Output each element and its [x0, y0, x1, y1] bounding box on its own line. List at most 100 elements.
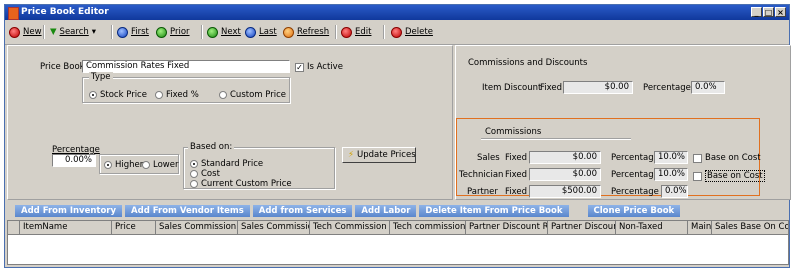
column-header[interactable]: Mainta: [688, 221, 712, 234]
column-header[interactable]: Sales Commission Rate: [156, 221, 238, 234]
partner-percentage-input[interactable]: 0.0%: [661, 185, 688, 198]
partner-fixed-label: Fixed: [505, 187, 528, 197]
column-header[interactable]: Partner Discount Rate: [466, 221, 548, 234]
tab-add-from-inventory[interactable]: Add From Inventory: [15, 205, 123, 217]
last-icon: [245, 26, 256, 38]
based-on-radio-current-custom-price[interactable]: Current Custom Price: [190, 179, 292, 189]
based-on-radio-cost[interactable]: Cost: [190, 169, 220, 179]
technician-percentage-input[interactable]: 10.0%: [654, 168, 688, 181]
based-on-radio-standard-price[interactable]: Standard Price: [190, 159, 263, 169]
radio-icon: [190, 180, 198, 188]
column-header[interactable]: Sales Commission: [238, 221, 310, 234]
column-header[interactable]: ItemName: [20, 221, 112, 234]
sales-percentage-label: Percentage: [611, 153, 659, 163]
radio-icon: [190, 170, 198, 178]
refresh-icon: [283, 26, 294, 38]
search-button[interactable]: ▼ Search ▾: [50, 24, 96, 40]
partner-fixed-input[interactable]: $500.00: [529, 185, 601, 198]
item-discount-fixed-input[interactable]: $0.00: [563, 81, 633, 94]
radio-selected-icon: [190, 160, 198, 168]
grid-header: ItemName Price Sales Commission Rate Sal…: [8, 221, 788, 235]
close-button[interactable]: ×: [775, 7, 786, 17]
toolbar-separator: [383, 25, 385, 39]
column-header[interactable]: Tech Commission Rate: [310, 221, 390, 234]
toolbar-separator: [43, 25, 45, 39]
commissions-discounts-title: Commissions and Discounts: [468, 58, 588, 68]
item-discount-label: Item Discount: [482, 83, 542, 93]
type-group-title: Type: [89, 72, 113, 82]
lightning-icon: ⚡: [348, 150, 354, 160]
first-icon: [117, 26, 128, 38]
sales-label: Sales: [477, 153, 500, 163]
tab-add-from-services[interactable]: Add from Services: [252, 205, 353, 217]
column-header[interactable]: Price: [112, 221, 156, 234]
column-header[interactable]: Sales Base On Cos: [712, 221, 788, 234]
higher-lower-group: Higher Lower: [99, 154, 179, 174]
percentage-input[interactable]: 0.00%: [52, 154, 96, 167]
price-book-input[interactable]: Commission Rates Fixed: [82, 60, 290, 73]
app-icon: [8, 7, 19, 20]
toolbar-separator: [201, 25, 203, 39]
price-book-panel: Price Book Commission Rates Fixed ✓ Is Ac…: [7, 45, 453, 200]
column-header[interactable]: Partner Discount: [548, 221, 616, 234]
tab-add-from-vendor-items[interactable]: Add From Vendor Items: [125, 205, 250, 217]
new-button[interactable]: New: [9, 24, 42, 40]
maximize-button[interactable]: □: [763, 7, 774, 17]
based-on-group-title: Based on:: [188, 142, 235, 152]
partner-percentage-label: Percentage: [611, 187, 659, 197]
column-header[interactable]: Tech commission: [390, 221, 466, 234]
delete-button[interactable]: Delete: [391, 24, 433, 40]
type-radio-fixed-percent[interactable]: Fixed %: [155, 90, 199, 100]
tab-delete-item-from-price-book[interactable]: Delete Item From Price Book: [419, 205, 569, 217]
tab-clone-price-book[interactable]: Clone Price Book: [587, 205, 681, 217]
commissions-title: Commissions: [485, 127, 542, 137]
toolbar-separator: [111, 25, 113, 39]
item-discount-percentage-label: Percentage: [643, 83, 691, 93]
toolbar-separator: [335, 25, 337, 39]
sales-base-on-cost-checkbox[interactable]: Base on Cost: [693, 153, 761, 163]
radio-selected-icon: [89, 91, 97, 99]
price-book-items-grid[interactable]: ItemName Price Sales Commission Rate Sal…: [7, 220, 789, 265]
based-on-group: Based on: Standard Price Cost Current Cu…: [183, 142, 335, 189]
type-radio-stock-price[interactable]: Stock Price: [89, 90, 147, 100]
prior-button[interactable]: Prior: [156, 24, 190, 40]
item-discount-fixed-label: Fixed: [540, 83, 563, 93]
toolbar: New ▼ Search ▾ First Prior Next Last Refre…: [5, 20, 789, 45]
update-prices-button[interactable]: ⚡ Update Prices: [342, 147, 416, 163]
radio-icon: [142, 161, 150, 169]
title-bar: Price Book Editor _ □ ×: [5, 5, 789, 20]
technician-percentage-label: Percentage: [611, 170, 659, 180]
technician-base-on-cost-checkbox[interactable]: Base on Cost: [693, 170, 765, 182]
refresh-button[interactable]: Refresh: [283, 24, 329, 40]
tab-add-labor[interactable]: Add Labor: [355, 205, 417, 217]
minimize-button[interactable]: _: [751, 7, 762, 17]
type-radio-custom-price[interactable]: Custom Price: [219, 90, 286, 100]
checkbox-icon: [693, 171, 702, 181]
sales-percentage-input[interactable]: 10.0%: [654, 151, 688, 164]
sales-fixed-input[interactable]: $0.00: [529, 151, 601, 164]
action-tabs: Add From Inventory Add From Vendor Items…: [15, 205, 681, 217]
checkbox-icon: [693, 153, 702, 163]
first-button[interactable]: First: [117, 24, 149, 40]
column-header[interactable]: Non-Taxed: [616, 221, 688, 234]
type-group: Type Stock Price Fixed % Custom Price: [82, 72, 290, 103]
price-book-label: Price Book: [40, 62, 85, 72]
is-active-checkbox[interactable]: ✓ Is Active: [295, 62, 343, 72]
check-icon: ✓: [295, 62, 304, 72]
edit-icon: [341, 26, 352, 38]
item-discount-percentage-input[interactable]: 0.0%: [691, 81, 725, 94]
window-title: Price Book Editor: [21, 7, 109, 17]
next-icon: [207, 26, 218, 38]
last-button[interactable]: Last: [245, 24, 277, 40]
chevron-down-icon: ▾: [91, 27, 97, 37]
edit-button[interactable]: Edit: [341, 24, 371, 40]
higher-radio[interactable]: Higher: [104, 160, 143, 170]
price-book-editor-window: Price Book Editor _ □ × New ▼ Search ▾ Fir…: [4, 4, 791, 268]
commissions-discounts-panel: Commissions and Discounts Item Discount …: [455, 45, 791, 200]
commissions-divider: [481, 138, 631, 140]
lower-radio[interactable]: Lower: [142, 160, 178, 170]
technician-fixed-input[interactable]: $0.00: [529, 168, 601, 181]
next-button[interactable]: Next: [207, 24, 241, 40]
search-icon: ▼: [50, 27, 57, 37]
radio-icon: [219, 91, 227, 99]
